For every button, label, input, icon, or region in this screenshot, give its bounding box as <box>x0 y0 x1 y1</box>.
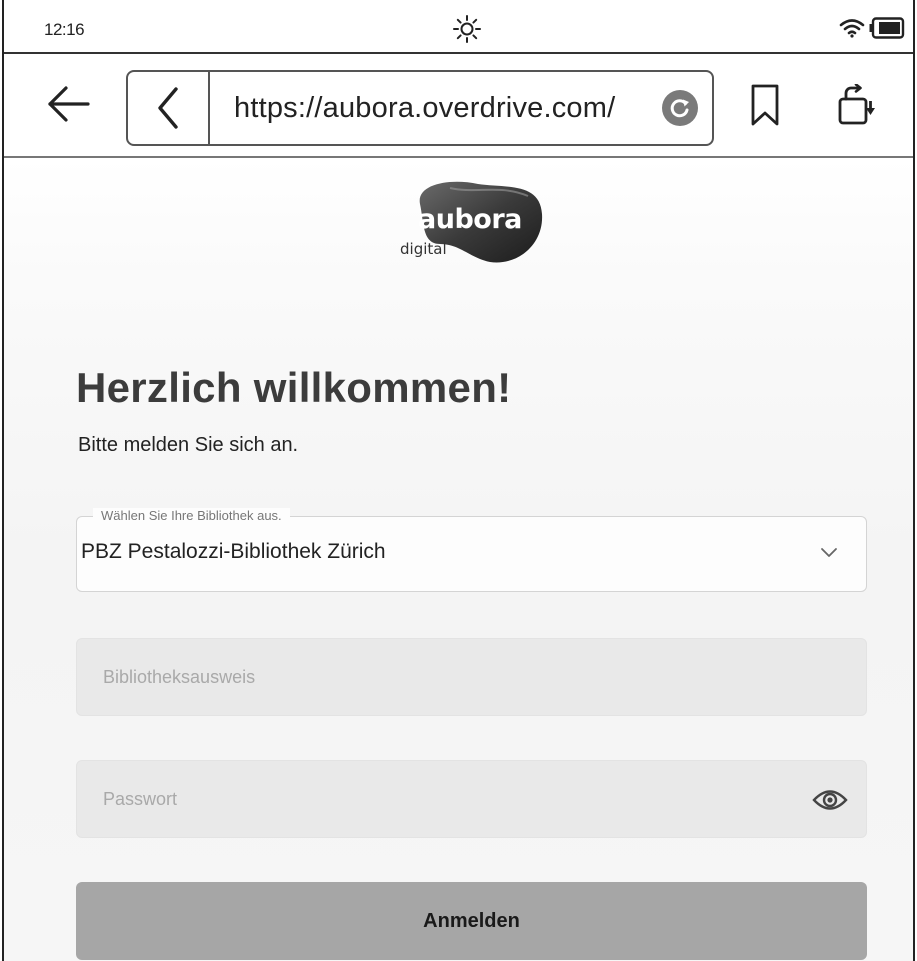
password-input[interactable] <box>77 761 866 837</box>
status-icons <box>839 17 905 39</box>
address-bar[interactable]: https://aubora.overdrive.com/ <box>126 70 714 146</box>
wifi-icon <box>839 19 865 38</box>
login-button[interactable]: Anmelden <box>76 882 867 960</box>
chevron-left-icon <box>158 87 178 129</box>
brightness-icon[interactable] <box>452 14 482 44</box>
library-card-field <box>76 638 867 716</box>
logo-brand: aubora <box>418 204 522 235</box>
page-back-button[interactable] <box>128 72 210 144</box>
library-card-input[interactable] <box>77 639 866 715</box>
url-text[interactable]: https://aubora.overdrive.com/ <box>210 92 662 125</box>
library-select-label: Wählen Sie Ihre Bibliothek aus. <box>93 508 290 523</box>
logo-tagline: digital <box>400 240 447 258</box>
library-select-value: PBZ Pestalozzi-Bibliothek Zürich <box>81 540 386 563</box>
reload-button[interactable] <box>662 90 698 126</box>
reload-icon <box>670 99 689 118</box>
password-field <box>76 760 867 838</box>
status-bar: 12:16 <box>4 0 913 54</box>
back-arrow-icon[interactable] <box>46 84 92 124</box>
browser-window: 12:16 https://aubora.overdrive.com/ aubo… <box>2 0 915 961</box>
page-title: Herzlich willkommen! <box>76 364 512 411</box>
browser-toolbar: https://aubora.overdrive.com/ <box>4 54 913 158</box>
show-password-eye-icon[interactable] <box>812 787 848 813</box>
bookmark-icon[interactable] <box>750 84 780 126</box>
status-time: 12:16 <box>44 20 85 39</box>
chevron-down-icon <box>821 548 837 557</box>
page-content: aubora digital Herzlich willkommen! Bitt… <box>4 158 913 961</box>
battery-icon <box>869 17 905 39</box>
page-subtitle: Bitte melden Sie sich an. <box>78 434 299 456</box>
aubora-logo: aubora digital <box>400 181 543 263</box>
library-select[interactable]: Wählen Sie Ihre Bibliothek aus. PBZ Pest… <box>76 508 867 592</box>
rotate-screen-icon[interactable] <box>836 84 876 126</box>
